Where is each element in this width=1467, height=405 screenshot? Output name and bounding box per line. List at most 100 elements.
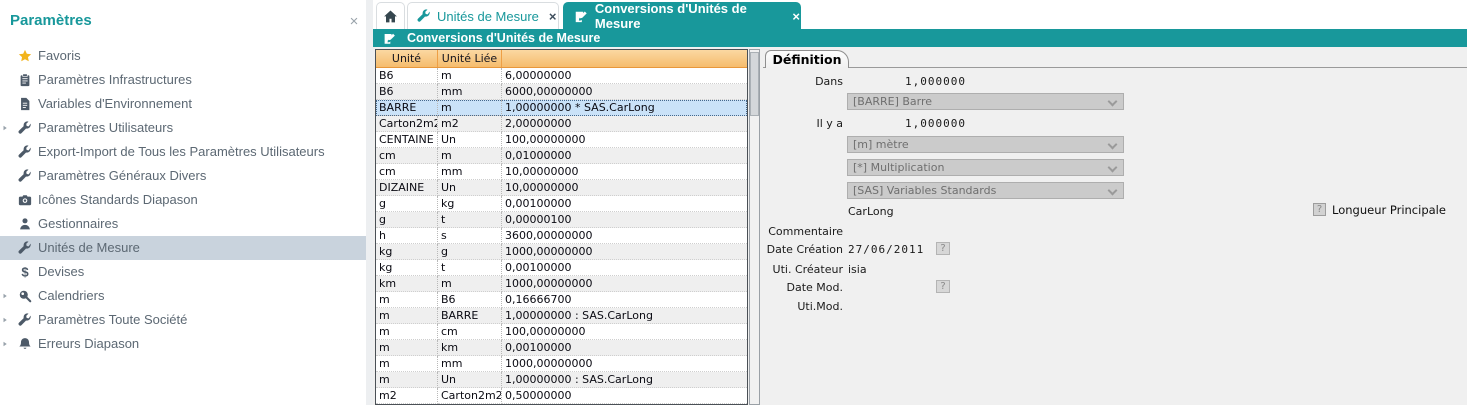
sidebar-item-label: Paramètres Généraux Divers [38, 168, 206, 183]
cell-unite: m [376, 340, 438, 356]
cell-unite: m [376, 356, 438, 372]
commentaire-label: Commentaire [763, 225, 843, 238]
ilya-label: Il y a [763, 117, 843, 130]
tab-bar: Unités de Mesure × Conversions d'Unités … [373, 0, 1467, 29]
sidebar-item[interactable]: Gestionnaires [0, 212, 366, 236]
table-row[interactable]: m mm 1000,00000000 [376, 356, 747, 372]
cell-value: 3600,00000000 [502, 228, 747, 244]
cell-unite-liee: mm [438, 84, 502, 100]
table-row[interactable]: DIZAINE Un 10,00000000 [376, 180, 747, 196]
home-icon [383, 9, 398, 24]
view-title: Conversions d'Unités de Mesure [407, 31, 600, 45]
definition-panel: Définition Dans 1,000000 [BARRE] Barre I… [763, 47, 1467, 405]
date-mod-help-button[interactable]: ? [936, 280, 950, 293]
wrench-icon [18, 241, 32, 255]
table-row[interactable]: m BARRE 1,00000000 : SAS.CarLong [376, 308, 747, 324]
table-scrollbar-thumb[interactable] [750, 52, 759, 116]
sidebar-item[interactable]: Devises [0, 260, 366, 284]
table-row[interactable]: cm m 0,01000000 [376, 148, 747, 164]
cell-unite: cm [376, 148, 438, 164]
cell-unite: km [376, 276, 438, 292]
view-title-bar: Conversions d'Unités de Mesure [373, 29, 1467, 47]
wrench-icon [18, 313, 32, 327]
table-body: B6 m 6,00000000 B6 mm 6000,00000000 BARR… [376, 68, 747, 404]
table-row[interactable]: BARRE m 1,00000000 * SAS.CarLong [376, 100, 747, 116]
date-creation-label: Date Création [763, 243, 843, 256]
table-row[interactable]: h s 3600,00000000 [376, 228, 747, 244]
column-header-unite-liee[interactable]: Unité Liée [438, 50, 502, 67]
cell-unite: Carton2m2 [376, 116, 438, 132]
table-row[interactable]: m B6 0,16666700 [376, 292, 747, 308]
tab-label: Unités de Mesure [437, 9, 539, 24]
table-row[interactable]: m cm 100,00000000 [376, 324, 747, 340]
ilya-unit-dropdown[interactable]: [m] mètre [847, 136, 1124, 153]
table-row[interactable]: g kg 0,00100000 [376, 196, 747, 212]
sidebar-item-label: Devises [38, 264, 84, 279]
sidebar-item[interactable]: Paramètres Infrastructures [0, 68, 366, 92]
cell-value: 1000,00000000 [502, 244, 747, 260]
sidebar-item[interactable]: Calendriers [0, 284, 366, 308]
variable-group-dropdown[interactable]: [SAS] Variables Standards [847, 182, 1124, 199]
sidebar-item[interactable]: Paramètres Toute Société [0, 308, 366, 332]
longueur-principale-checkbox[interactable]: ? [1313, 203, 1326, 216]
tab-unites-de-mesure[interactable]: Unités de Mesure × [407, 2, 559, 29]
cell-unite-liee: kg [438, 196, 502, 212]
operation-dropdown[interactable]: [*] Multiplication [847, 159, 1124, 176]
sidebar-item[interactable]: Paramètres Généraux Divers [0, 164, 366, 188]
close-tab-icon[interactable]: × [549, 9, 557, 24]
sidebar-item[interactable]: Export-Import de Tous les Paramètres Uti… [0, 140, 366, 164]
date-creation-help-button[interactable]: ? [936, 242, 950, 255]
table-row[interactable]: g t 0,00000100 [376, 212, 747, 228]
chevron-right-icon[interactable] [1, 340, 9, 348]
star-icon [18, 49, 32, 63]
bell-icon [18, 337, 32, 351]
table-row[interactable]: m2 Carton2m2 0,50000000 [376, 388, 747, 404]
sidebar-item-label: Icônes Standards Diapason [38, 192, 198, 207]
chevron-right-icon[interactable] [1, 292, 9, 300]
table-row[interactable]: cm mm 10,00000000 [376, 164, 747, 180]
cell-value: 1000,00000000 [502, 276, 747, 292]
table-row[interactable]: m km 0,00100000 [376, 340, 747, 356]
table-row[interactable]: B6 mm 6000,00000000 [376, 84, 747, 100]
ilya-value[interactable]: 1,000000 [905, 117, 966, 130]
sidebar-item[interactable]: Icônes Standards Diapason [0, 188, 366, 212]
chevron-down-icon [1108, 186, 1118, 196]
date-creation-value[interactable]: 27/06/2011 [848, 243, 924, 256]
chevron-right-icon[interactable] [1, 316, 9, 324]
tab-conversions[interactable]: Conversions d'Unités de Mesure × [563, 2, 801, 29]
table-row[interactable]: CENTAINE Un 100,00000000 [376, 132, 747, 148]
table-row[interactable]: kg t 0,00100000 [376, 260, 747, 276]
cell-unite: DIZAINE [376, 180, 438, 196]
sidebar-item[interactable]: Unités de Mesure [0, 236, 366, 260]
sidebar-item[interactable]: Erreurs Diapason [0, 332, 366, 356]
tab-home[interactable] [376, 2, 405, 29]
table-row[interactable]: kg g 1000,00000000 [376, 244, 747, 260]
sidebar-scrollbar[interactable] [366, 0, 373, 405]
dans-unit-dropdown[interactable]: [BARRE] Barre [847, 93, 1124, 110]
cell-unite-liee: m [438, 100, 502, 116]
column-header-value[interactable] [502, 50, 747, 67]
sidebar-close-icon[interactable]: × [345, 13, 363, 31]
tab-divider [763, 67, 1467, 68]
wrench-icon [18, 121, 32, 135]
close-tab-icon[interactable]: × [792, 9, 800, 24]
cell-value: 0,00000100 [502, 212, 747, 228]
sidebar-item[interactable]: Variables d'Environnement [0, 92, 366, 116]
table-row[interactable]: km m 1000,00000000 [376, 276, 747, 292]
sidebar-item[interactable]: Favoris [0, 44, 366, 68]
cell-value: 1000,00000000 [502, 356, 747, 372]
table-row[interactable]: B6 m 6,00000000 [376, 68, 747, 84]
tab-definition[interactable]: Définition [765, 50, 849, 68]
column-header-unite[interactable]: Unité [376, 50, 438, 67]
sidebar-item[interactable]: Paramètres Utilisateurs [0, 116, 366, 140]
table-row[interactable]: Carton2m2 m2 2,00000000 [376, 116, 747, 132]
longueur-principale-label: Longueur Principale [1332, 203, 1446, 217]
dans-value[interactable]: 1,000000 [905, 75, 966, 88]
sidebar-item-label: Gestionnaires [38, 216, 118, 231]
table-row[interactable]: m Un 1,00000000 : SAS.CarLong [376, 372, 747, 388]
sidebar-item-label: Favoris [38, 48, 81, 63]
chevron-right-icon[interactable] [1, 124, 9, 132]
wrench-icon [18, 145, 32, 159]
table-scrollbar[interactable] [749, 49, 760, 405]
cell-value: 100,00000000 [502, 324, 747, 340]
